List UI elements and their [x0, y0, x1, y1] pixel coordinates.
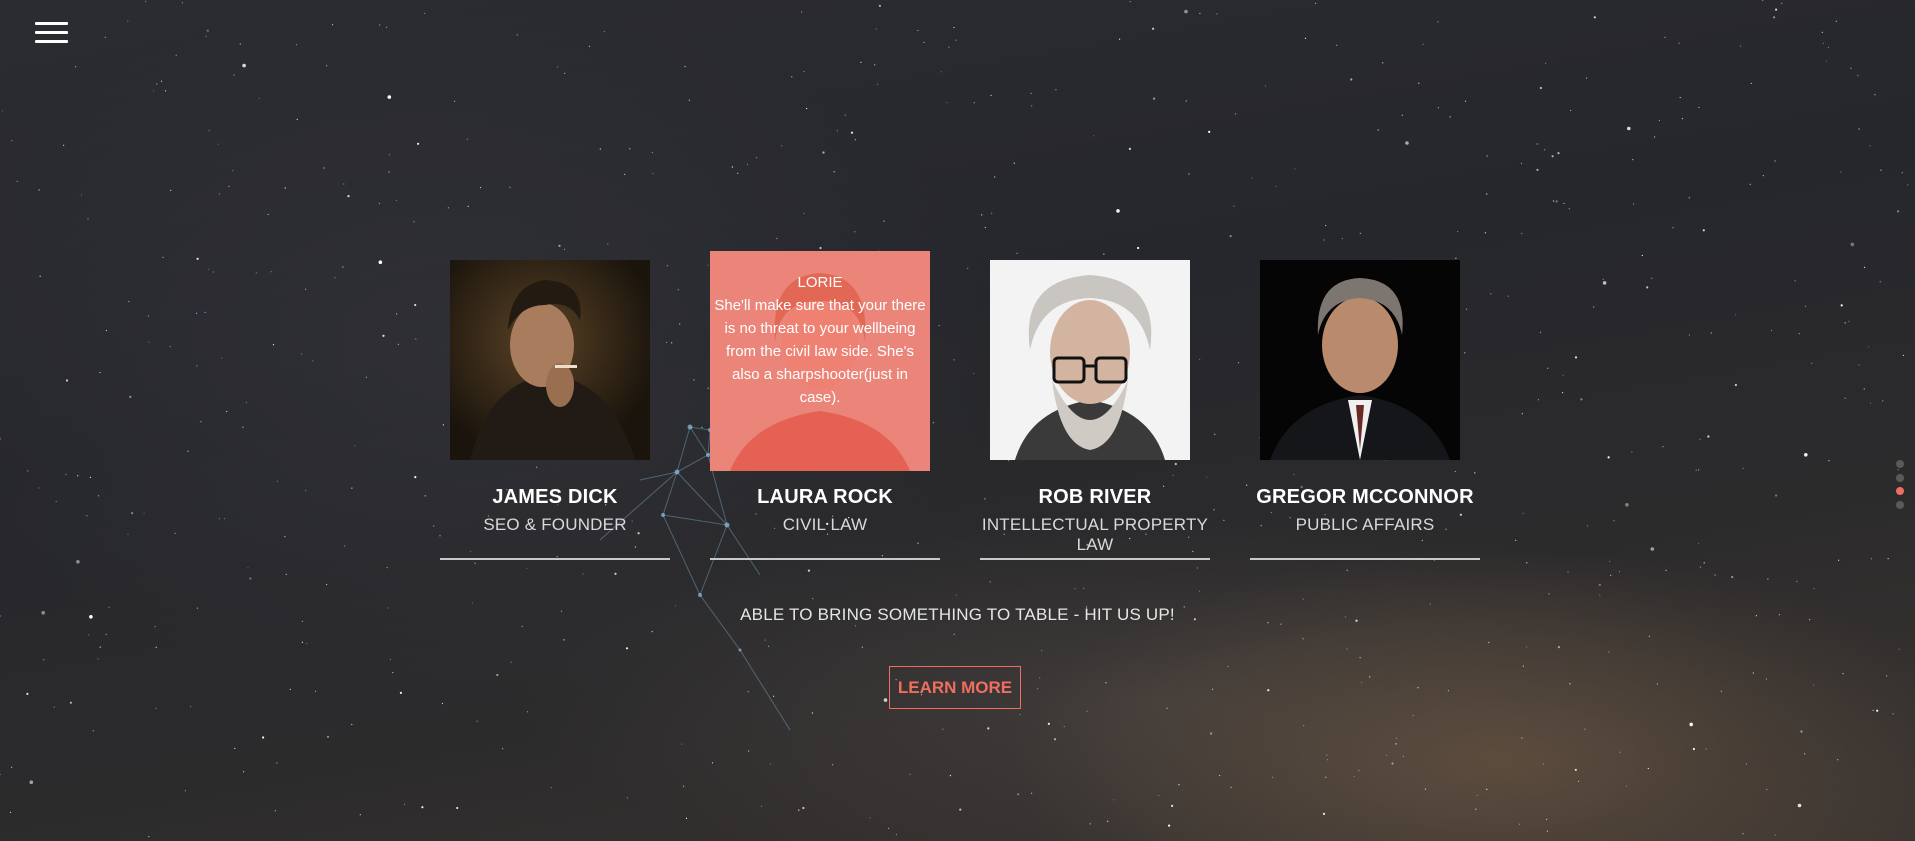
section-nav-dot[interactable] — [1896, 460, 1904, 468]
member-divider — [980, 558, 1210, 560]
cta-text: ABLE TO BRING SOMETHING TO TABLE - HIT U… — [740, 605, 1175, 624]
member-name: LAURA ROCK — [757, 486, 893, 508]
constellation-network — [599, 424, 791, 731]
team-member-card[interactable]: JAMES DICK SEO & FOUNDER — [440, 246, 670, 562]
section-nav-dot[interactable] — [1896, 500, 1904, 509]
member-divider — [440, 558, 670, 560]
team-member-card[interactable]: GREGOR MCCONNOR PUBLIC AFFAIRS — [1250, 246, 1480, 562]
team-member-card[interactable]: ROB RIVER INTELLECTUAL PROPERTY LAW — [980, 246, 1210, 562]
member-name: GREGOR MCCONNOR — [1256, 486, 1474, 508]
member-photo[interactable] — [450, 260, 650, 460]
member-role: SEO & FOUNDER — [483, 515, 627, 534]
learn-more-button[interactable]: LEARN MORE — [889, 666, 1021, 709]
member-role: INTELLECTUAL PROPERTY LAW — [981, 515, 1209, 554]
old-man-glasses-portrait — [990, 260, 1190, 460]
member-divider — [710, 558, 940, 560]
hamburger-icon — [35, 22, 68, 25]
member-photo[interactable] — [1260, 260, 1460, 460]
member-bio-overlay: LORIE She'll make sure that your there i… — [710, 251, 930, 471]
member-divider — [1250, 558, 1480, 560]
member-photo[interactable] — [990, 260, 1190, 460]
member-photo[interactable]: LORIE She'll make sure that your there i… — [710, 251, 930, 471]
member-role: CIVIL LAW — [782, 515, 868, 534]
team-member-card[interactable]: LORIE She'll make sure that your there i… — [710, 246, 940, 562]
hamburger-menu-button[interactable] — [35, 22, 68, 46]
man-suit-portrait — [1260, 260, 1460, 460]
member-role: PUBLIC AFFAIRS — [1295, 515, 1435, 534]
member-nickname: LORIE — [797, 274, 843, 291]
member-name: ROB RIVER — [1038, 486, 1152, 508]
member-name: JAMES DICK — [492, 486, 618, 508]
man-smoking-portrait — [450, 260, 650, 460]
member-bio: She'll make sure that your there is no t… — [714, 297, 926, 406]
section-nav-dot[interactable] — [1896, 473, 1904, 482]
section-nav-dots — [1896, 460, 1904, 514]
section-nav-dot[interactable] — [1896, 487, 1904, 495]
